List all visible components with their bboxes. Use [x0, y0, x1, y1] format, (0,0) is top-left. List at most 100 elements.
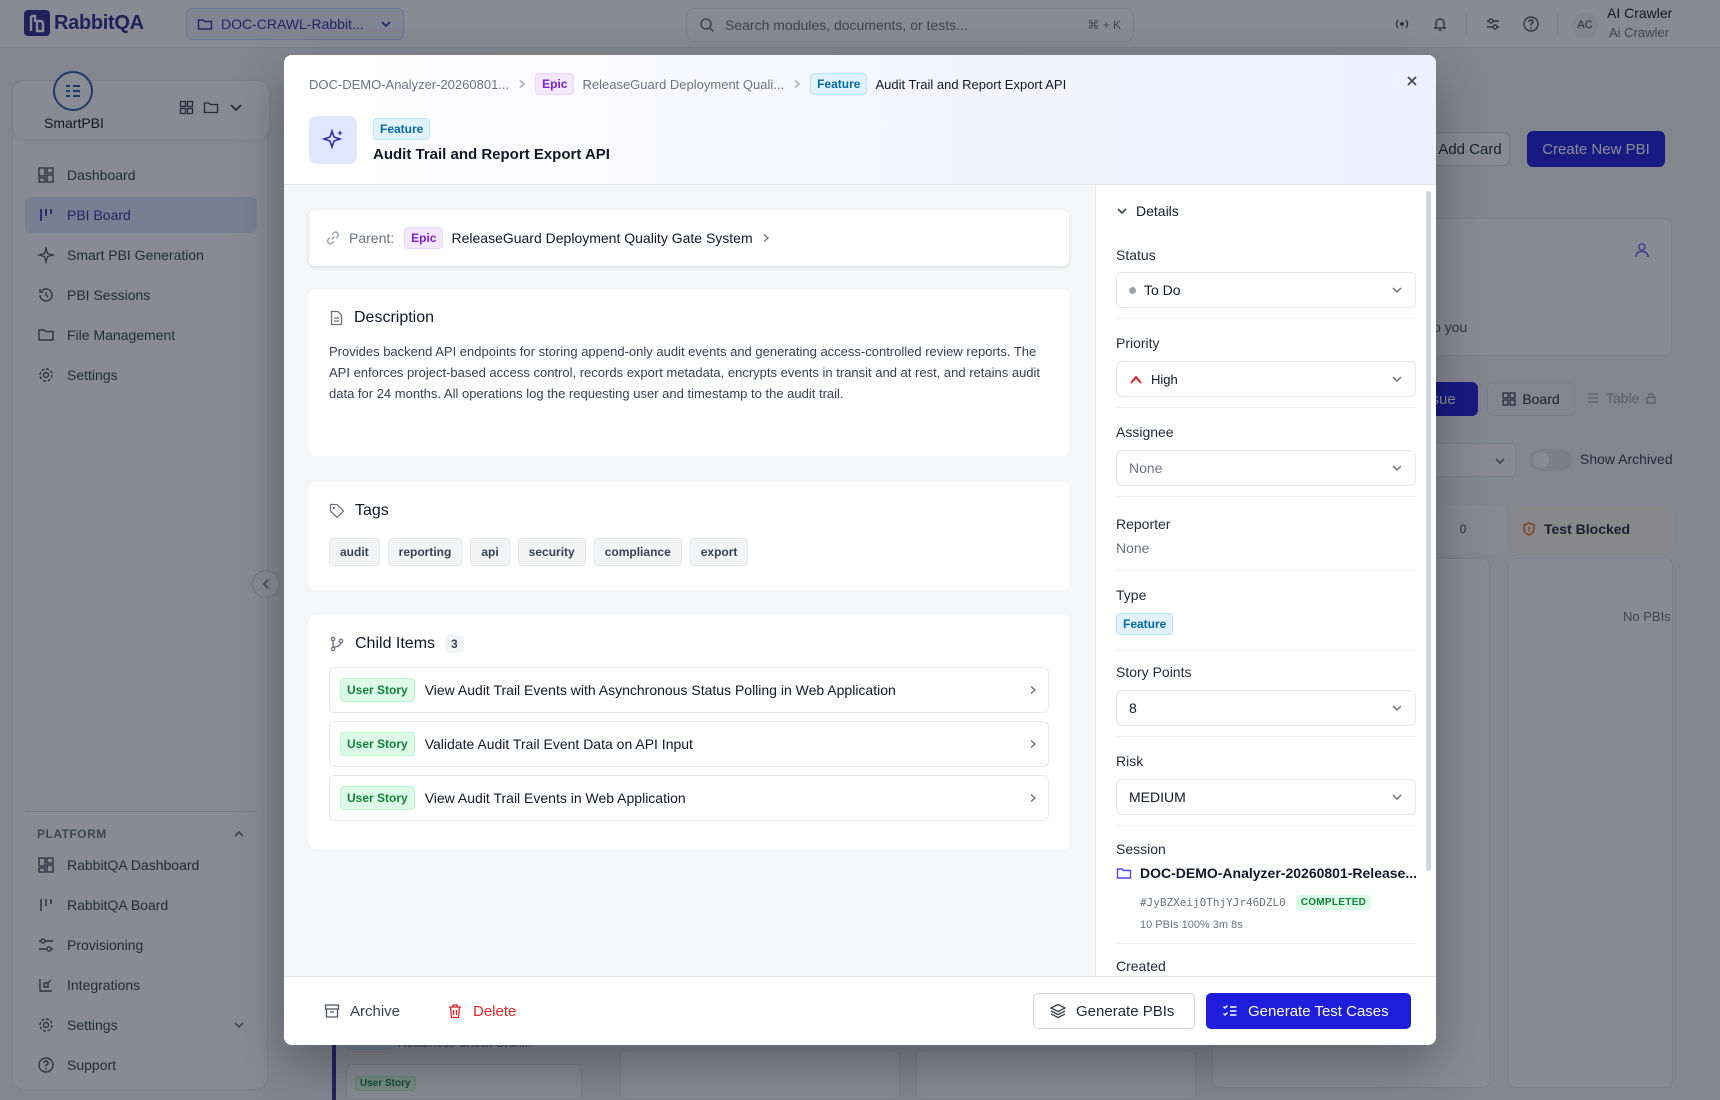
child-items-heading: Child Items 3: [329, 635, 1049, 653]
chevron-right-icon: [761, 233, 771, 243]
status-select[interactable]: To Do: [1116, 272, 1416, 308]
layers-icon: [1050, 1003, 1066, 1019]
user-story-tag: User Story: [340, 678, 415, 702]
tag-list: audit reporting api security compliance …: [329, 538, 1049, 566]
divider: [1116, 318, 1416, 319]
chevron-right-icon: [517, 79, 527, 89]
generate-pbis-label: Generate PBIs: [1076, 1002, 1175, 1020]
breadcrumb: DOC-DEMO-Analyzer-20260801... Epic Relea…: [309, 73, 1066, 95]
user-story-tag: User Story: [340, 732, 415, 756]
reporter-label: Reporter: [1116, 516, 1171, 532]
parent-title: ReleaseGuard Deployment Quality Gate Sys…: [451, 230, 753, 246]
breadcrumb-current: Audit Trail and Report Export API: [875, 76, 1067, 92]
user-story-tag: User Story: [340, 786, 415, 810]
delete-label: Delete: [473, 1002, 517, 1020]
status-label: Status: [1116, 247, 1156, 263]
session-status-badge: COMPLETED: [1295, 895, 1372, 910]
divider: [1116, 736, 1416, 737]
archive-label: Archive: [350, 1002, 401, 1020]
close-icon: [1405, 74, 1419, 88]
child-item[interactable]: User Story Validate Audit Trail Event Da…: [329, 721, 1049, 767]
session-id-row: #JyBZXeij0ThjYJr46DZL0 COMPLETED: [1140, 895, 1372, 910]
tags-section: Tags audit reporting api security compli…: [309, 482, 1069, 590]
type-label: Type: [1116, 587, 1147, 603]
child-item-title: View Audit Trail Events in Web Applicati…: [424, 790, 686, 806]
chevron-right-icon: [792, 79, 802, 89]
session-link[interactable]: DOC-DEMO-Analyzer-20260801-Release...: [1116, 865, 1416, 881]
chevron-right-icon: [1028, 793, 1038, 803]
divider: [1116, 570, 1416, 571]
details-panel: Details Status To Do Priority High Assig…: [1095, 185, 1436, 976]
divider: [1116, 407, 1416, 408]
story-points-select[interactable]: 8: [1116, 690, 1416, 726]
session-id: #JyBZXeij0ThjYJr46DZL0: [1140, 896, 1286, 909]
child-item-list: User Story View Audit Trail Events with …: [329, 667, 1049, 821]
chevron-right-icon: [1028, 739, 1038, 749]
description-heading-text: Description: [354, 309, 435, 326]
breadcrumb-epic[interactable]: ReleaseGuard Deployment Quali...: [582, 77, 784, 92]
chevron-down-icon: [1391, 791, 1403, 803]
chevron-down-icon: [1391, 702, 1403, 714]
generate-test-cases-button[interactable]: Generate Test Cases: [1206, 993, 1411, 1029]
divider: [1116, 825, 1416, 826]
chevron-down-icon: [1116, 205, 1128, 217]
modal-header: DOC-DEMO-Analyzer-20260801... Epic Relea…: [284, 55, 1436, 185]
chevron-down-icon: [1391, 373, 1403, 385]
modal-footer: Archive Delete Generate PBIs Generate Te…: [284, 976, 1436, 1045]
parent-link[interactable]: Parent: Epic ReleaseGuard Deployment Qua…: [309, 210, 1069, 266]
tag-chip: compliance: [593, 538, 682, 566]
status-dot: [1129, 286, 1136, 294]
parent-label: Parent:: [349, 230, 395, 246]
description-text: Provides backend API endpoints for stori…: [329, 344, 1041, 401]
type-value-badge: Feature: [1116, 613, 1174, 635]
priority-select[interactable]: High: [1116, 361, 1416, 397]
folder-icon: [1116, 865, 1132, 881]
risk-value: MEDIUM: [1129, 789, 1186, 805]
epic-tag: Epic: [535, 73, 575, 95]
created-label: Created: [1116, 958, 1166, 974]
risk-select[interactable]: MEDIUM: [1116, 779, 1416, 815]
child-item-title: View Audit Trail Events with Asynchronou…: [424, 682, 896, 698]
story-points-value: 8: [1129, 700, 1137, 716]
generate-pbis-button[interactable]: Generate PBIs: [1033, 993, 1195, 1029]
trash-icon: [447, 1003, 463, 1019]
delete-button[interactable]: Delete: [447, 993, 516, 1029]
generate-test-cases-label: Generate Test Cases: [1248, 1002, 1389, 1020]
archive-button[interactable]: Archive: [324, 993, 400, 1029]
tag-chip: audit: [329, 538, 380, 566]
session-meta: 10 PBIs 100% 3m 8s: [1140, 919, 1243, 931]
priority-value: High: [1151, 371, 1178, 387]
branch-icon: [329, 636, 345, 652]
archive-icon: [324, 1003, 340, 1019]
tag-chip: reporting: [387, 538, 463, 566]
details-scrollbar[interactable]: [1426, 191, 1431, 871]
assignee-select[interactable]: None: [1116, 450, 1416, 486]
details-toggle[interactable]: Details: [1116, 203, 1179, 219]
details-heading: Details: [1136, 203, 1179, 219]
story-points-label: Story Points: [1116, 664, 1192, 680]
risk-label: Risk: [1116, 753, 1144, 769]
type-badge: Feature: [373, 118, 431, 140]
close-button[interactable]: [1400, 69, 1424, 93]
link-icon: [325, 230, 341, 246]
epic-tag: Epic: [404, 227, 444, 249]
child-item[interactable]: User Story View Audit Trail Events with …: [329, 667, 1049, 713]
chevron-right-icon: [1028, 685, 1038, 695]
pbi-detail-modal: DOC-DEMO-Analyzer-20260801... Epic Relea…: [284, 55, 1436, 1045]
description-heading: Description: [329, 309, 1049, 327]
modal-main-content: Parent: Epic ReleaseGuard Deployment Qua…: [284, 185, 1095, 976]
tag-chip: export: [689, 538, 749, 566]
child-item[interactable]: User Story View Audit Trail Events in We…: [329, 775, 1049, 821]
tags-heading-text: Tags: [355, 502, 389, 519]
tag-icon: [329, 503, 345, 519]
child-items-section: Child Items 3 User Story View Audit Trai…: [309, 615, 1069, 849]
pbi-title: Audit Trail and Report Export API: [373, 146, 610, 163]
assignee-value: None: [1129, 460, 1163, 476]
breadcrumb-root[interactable]: DOC-DEMO-Analyzer-20260801...: [309, 77, 509, 92]
divider: [1116, 496, 1416, 497]
divider: [1116, 650, 1416, 651]
feature-tag: Feature: [810, 73, 868, 95]
tag-chip: security: [517, 538, 586, 566]
priority-high-icon: [1129, 373, 1143, 385]
checklist-icon: [1222, 1003, 1238, 1019]
